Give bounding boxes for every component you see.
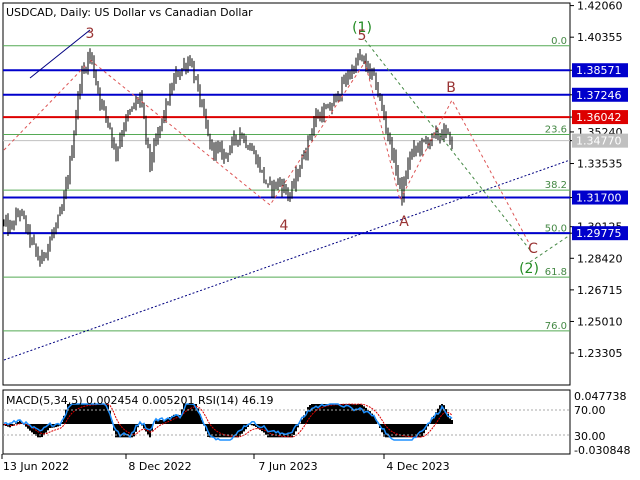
x-tick-label: 13 Jun 2022 xyxy=(3,460,69,473)
fibo-label: 61.8 xyxy=(545,267,567,278)
wave-label: B xyxy=(446,80,456,96)
y-tick-label: 1.31700 xyxy=(576,192,622,205)
fibo-label: 76.0 xyxy=(545,321,567,332)
y-tick-label: 1.36042 xyxy=(576,111,622,124)
y-tick-label: 1.38571 xyxy=(576,64,622,77)
indicator-tick-label: -0.030848 xyxy=(574,444,630,457)
wave-label: 3 xyxy=(86,26,95,42)
y-tick-label: 1.34770 xyxy=(576,135,622,148)
indicator-tick-label: 30.00 xyxy=(574,430,606,443)
y-tick-label: 1.23305 xyxy=(577,347,623,360)
fibo-label: 0.0 xyxy=(551,36,567,47)
main-chart-title: USDCAD, Daily: US Dollar vs Canadian Dol… xyxy=(6,6,253,19)
y-tick-label: 1.42060 xyxy=(577,0,623,13)
x-tick-label: 7 Jun 2023 xyxy=(258,460,317,473)
chart-canvas: 0.023.638.250.061.876.0 3 (1)54BAC(2) 1.4… xyxy=(0,0,640,480)
y-tick-label: 1.40355 xyxy=(577,31,623,44)
x-tick-label: 8 Dec 2022 xyxy=(128,460,191,473)
wave-label: (2) xyxy=(519,261,539,277)
wave-label: A xyxy=(399,214,409,230)
fibo-label: 38.2 xyxy=(545,180,567,191)
y-tick-label: 1.37246 xyxy=(576,89,622,102)
fibo-label: 23.6 xyxy=(545,125,567,136)
y-tick-label: 1.29775 xyxy=(576,227,622,240)
y-tick-label: 1.26715 xyxy=(577,284,623,297)
indicator-title: MACD(5,34,5) 0.002454 0.005201 RSI(14) 4… xyxy=(6,394,273,407)
y-tick-label: 1.33535 xyxy=(577,158,623,171)
y-tick-label: 1.28420 xyxy=(577,252,623,265)
x-tick-label: 4 Dec 2023 xyxy=(386,460,449,473)
wave-label: 5 xyxy=(358,28,367,44)
indicator-tick-label: 70.00 xyxy=(574,404,606,417)
wave-label: 4 xyxy=(280,218,289,234)
wave-label: C xyxy=(528,241,538,257)
y-tick-label: 1.25010 xyxy=(577,315,623,328)
indicator-tick-label: 0.047738 xyxy=(574,390,627,403)
